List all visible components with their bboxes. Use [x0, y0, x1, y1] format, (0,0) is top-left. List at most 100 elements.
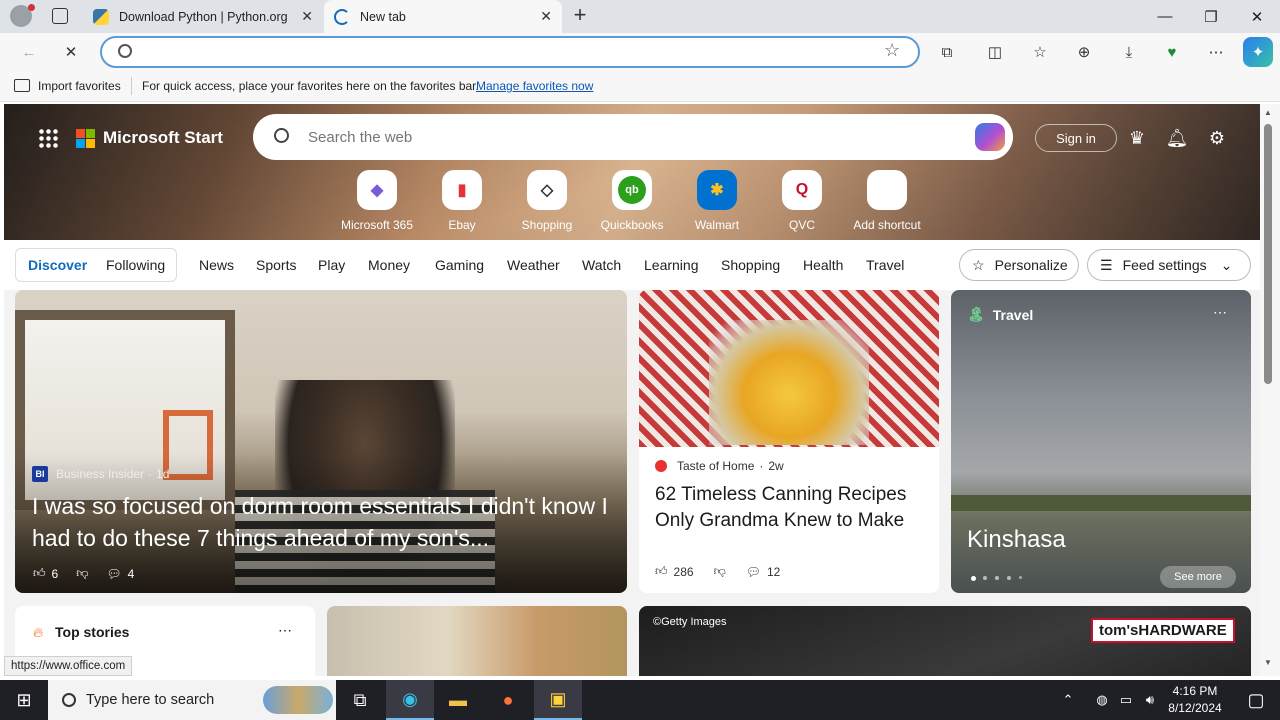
split-screen-icon[interactable]: ◫ [980, 37, 1010, 67]
notifications-bell-icon[interactable]: 🔔︎ [1165, 126, 1189, 150]
downloads-icon[interactable]: ⤓ [1114, 37, 1144, 67]
system-clock[interactable]: 4:16 PM 8/12/2024 [1164, 683, 1226, 717]
address-input[interactable] [146, 43, 866, 61]
taskbar-search-box[interactable]: Type here to search [48, 680, 336, 720]
settings-gear-icon[interactable]: ⚙ [1205, 126, 1229, 150]
nav-health[interactable]: Health [803, 257, 843, 273]
web-search-input[interactable] [308, 127, 908, 147]
travel-card[interactable]: 🏝︎ Travel ⋯ Kinshasa See more [951, 290, 1251, 593]
nav-gaming[interactable]: Gaming [435, 257, 484, 273]
volume-icon[interactable]: 🔊︎ [1138, 680, 1162, 720]
minimize-button[interactable]: — [1142, 0, 1188, 33]
sign-in-button[interactable]: Sign in [1035, 124, 1117, 152]
firefox-icon[interactable]: ● [484, 680, 532, 720]
start-windows-icon[interactable]: ⊞ [0, 680, 48, 720]
carousel-dot[interactable] [1019, 576, 1022, 579]
favorite-star-icon[interactable]: ☆ [884, 40, 900, 61]
favorites-icon[interactable]: ☆ [1025, 37, 1055, 67]
shortcut-add[interactable]: + Add shortcut [845, 170, 929, 232]
office-image-card[interactable] [327, 606, 627, 676]
thumbs-down-icon[interactable]: 👎︎ [714, 564, 726, 579]
tab-discover[interactable]: Discover [28, 257, 87, 273]
tab-actions-icon[interactable] [52, 8, 68, 24]
more-options-icon[interactable]: ⋯ [1213, 304, 1227, 321]
nav-sports[interactable]: Sports [256, 257, 296, 273]
page-scrollbar[interactable]: ▲ ▼ [1260, 104, 1280, 676]
python-installer-icon[interactable]: ▣ [534, 680, 582, 720]
carousel-dot[interactable] [995, 576, 999, 580]
import-favorites-button[interactable]: Import favorites [38, 79, 121, 93]
notification-center-icon[interactable]: ▢ [1232, 680, 1280, 720]
more-options-icon[interactable]: ⋯ [278, 622, 292, 639]
shortcut-microsoft-365[interactable]: ◆ Microsoft 365 [335, 170, 419, 232]
search-icon [274, 128, 289, 143]
collections-icon[interactable]: ⊕ [1069, 37, 1099, 67]
carousel-dots[interactable] [971, 576, 1022, 581]
web-search-box[interactable] [253, 114, 1013, 160]
nav-money[interactable]: Money [368, 257, 410, 273]
main-news-card[interactable]: BI Business Insider · 1d I was so focuse… [15, 290, 627, 593]
carousel-dot[interactable] [1007, 576, 1011, 580]
nav-learning[interactable]: Learning [644, 257, 699, 273]
restore-button[interactable]: ❐ [1188, 0, 1234, 33]
thumbs-up-icon[interactable]: 👍︎ [33, 566, 46, 581]
show-hidden-icons-chevron[interactable]: ⌃ [1056, 680, 1080, 720]
top-stories-title[interactable]: Top stories [55, 624, 129, 640]
canning-recipes-card[interactable]: Taste of Home · 2w 62 Timeless Canning R… [639, 290, 939, 593]
nav-shopping[interactable]: Shopping [721, 257, 780, 273]
nav-news[interactable]: News [199, 257, 234, 273]
app-launcher-icon[interactable] [38, 128, 58, 148]
shortcut-qvc[interactable]: Q QVC [760, 170, 844, 232]
toms-hardware-logo: tom'sHARDWARE [1091, 618, 1235, 643]
carousel-dot-active[interactable] [971, 576, 976, 581]
card-headline[interactable]: 62 Timeless Canning Recipes Only Grandma… [655, 482, 930, 534]
feed-settings-button[interactable]: ☰ Feed settings ⌄ [1087, 249, 1251, 281]
back-button[interactable]: ← [14, 37, 44, 67]
nav-travel[interactable]: Travel [866, 257, 904, 273]
task-view-icon[interactable]: ⧉ [336, 680, 384, 720]
scroll-up-arrow-icon[interactable]: ▲ [1264, 108, 1272, 117]
extensions-icon[interactable]: ⧉ [932, 37, 962, 67]
tab-python[interactable]: Download Python | Python.org ✕ [83, 0, 323, 33]
shortcut-quickbooks[interactable]: qb Quickbooks [590, 170, 674, 232]
scroll-down-arrow-icon[interactable]: ▼ [1264, 658, 1272, 667]
close-tab-icon[interactable]: ✕ [540, 8, 552, 25]
travel-headline[interactable]: Kinshasa [967, 526, 1066, 554]
new-tab-button[interactable]: + [568, 4, 592, 28]
close-tab-icon[interactable]: ✕ [301, 8, 313, 25]
comment-icon[interactable]: 💬︎ [106, 567, 121, 581]
edge-taskbar-icon[interactable]: ◉ [386, 680, 434, 720]
nav-weather[interactable]: Weather [507, 257, 560, 273]
shortcut-shopping[interactable]: ◇ Shopping [505, 170, 589, 232]
toms-hardware-card[interactable]: ©Getty Images tom'sHARDWARE [639, 606, 1251, 676]
close-window-button[interactable]: ✕ [1234, 0, 1280, 33]
import-favorites-icon[interactable] [14, 79, 30, 92]
comment-icon[interactable]: 💬︎ [746, 565, 761, 579]
shortcut-walmart[interactable]: ✱ Walmart [675, 170, 759, 232]
tab-following[interactable]: Following [106, 257, 165, 273]
rewards-icon[interactable]: ♛ [1125, 126, 1149, 150]
manage-favorites-link[interactable]: Manage favorites now [476, 79, 593, 93]
browser-essentials-icon[interactable]: ♥ [1157, 37, 1187, 67]
microsoft-start-logo[interactable]: Microsoft Start [76, 128, 223, 148]
shortcut-ebay[interactable]: ▮ Ebay [420, 170, 504, 232]
nav-watch[interactable]: Watch [582, 257, 621, 273]
shortcut-label: Ebay [448, 218, 476, 232]
carousel-dot[interactable] [983, 576, 987, 580]
personalize-button[interactable]: ☆ Personalize [959, 249, 1079, 281]
copilot-icon[interactable] [975, 123, 1005, 151]
see-more-button[interactable]: See more [1160, 566, 1236, 588]
stop-loading-button[interactable]: ✕ [56, 37, 86, 67]
more-options-icon[interactable]: ⋯ [1201, 37, 1231, 67]
tab-new-tab[interactable]: New tab ✕ [324, 0, 562, 33]
network-icon[interactable]: ▭ [1114, 680, 1138, 720]
card-headline[interactable]: I was so focused on dorm room essentials… [32, 490, 617, 554]
file-explorer-icon[interactable]: ▬ [434, 680, 482, 720]
nav-play[interactable]: Play [318, 257, 345, 273]
copilot-icon[interactable]: ✦ [1243, 37, 1273, 67]
scrollbar-thumb[interactable] [1264, 124, 1272, 384]
thumbs-up-icon[interactable]: 👍︎ [655, 564, 668, 579]
address-bar[interactable]: ☆ [100, 36, 920, 68]
thumbs-down-icon[interactable]: 👎︎ [76, 566, 88, 581]
meet-now-icon[interactable]: ◍ [1090, 680, 1114, 720]
